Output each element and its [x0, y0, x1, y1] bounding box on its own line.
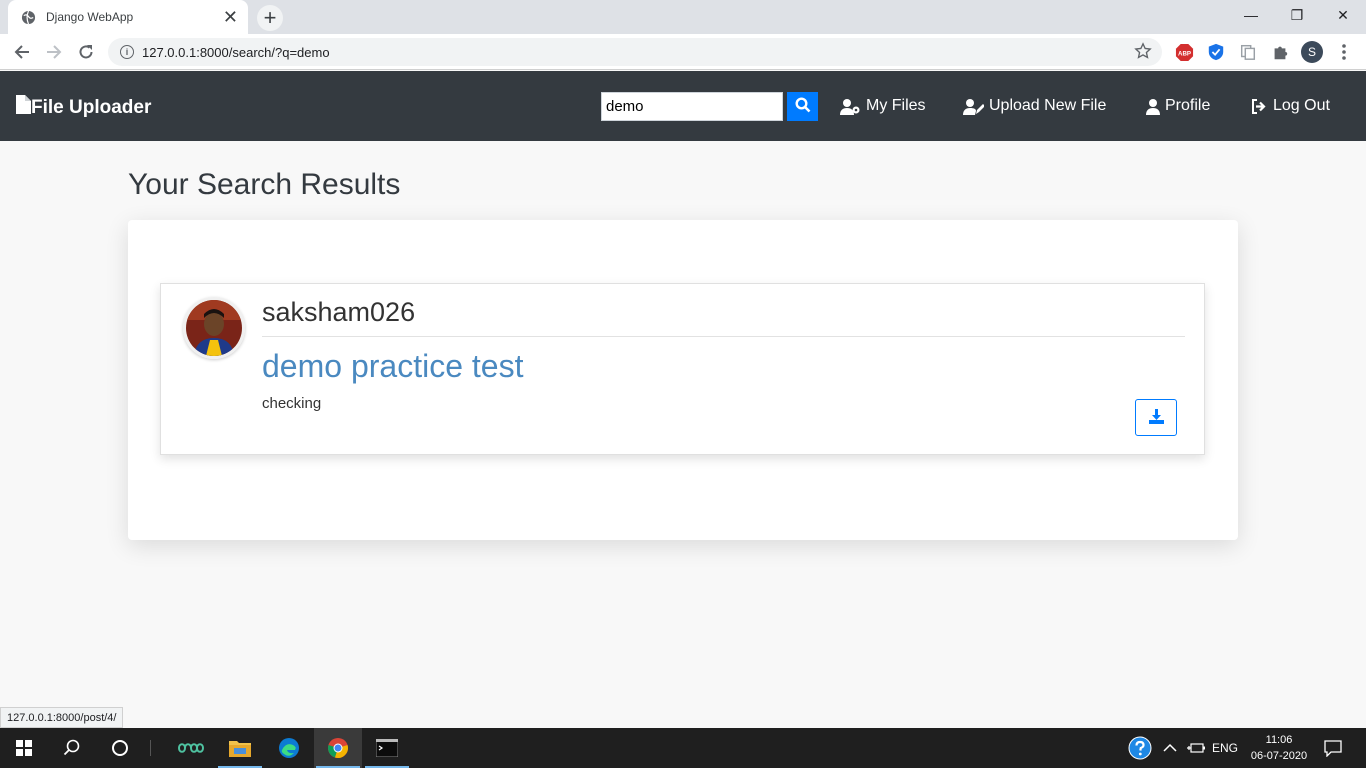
tab-close-icon[interactable]: ✕: [223, 8, 238, 26]
language-indicator[interactable]: ENG: [1212, 728, 1238, 768]
tab-title: Django WebApp: [46, 10, 134, 24]
new-tab-button[interactable]: +: [257, 5, 283, 31]
svg-text:ABP: ABP: [1178, 50, 1191, 57]
nav-my-files-label: My Files: [866, 97, 926, 114]
results-card: saksham026 demo practice test checking: [128, 220, 1238, 540]
app-navbar: File Uploader My Files Upload New File P…: [0, 71, 1366, 141]
user-icon: [1146, 98, 1160, 115]
chrome-icon[interactable]: [314, 728, 362, 768]
battery-plug-icon[interactable]: [1187, 728, 1205, 768]
taskbar: ENG 11:06 06-07-2020: [0, 728, 1366, 768]
browser-tabstrip: Django WebApp ✕ + — ❐ ✕: [0, 0, 1366, 34]
browser-toolbar: i 127.0.0.1:8000/search/?q=demo ABP S: [0, 34, 1366, 70]
nav-upload-label: Upload New File: [989, 97, 1107, 114]
nav-upload[interactable]: Upload New File: [963, 97, 1106, 115]
window-close-button[interactable]: ✕: [1320, 0, 1366, 30]
back-icon[interactable]: [10, 40, 34, 64]
download-button[interactable]: [1135, 399, 1177, 436]
post-description: checking: [262, 395, 322, 412]
adblock-icon[interactable]: ABP: [1174, 42, 1194, 62]
clock[interactable]: 11:06 06-07-2020: [1246, 732, 1312, 764]
search-input[interactable]: [601, 92, 783, 121]
download-icon: [1148, 408, 1165, 428]
info-icon[interactable]: i: [120, 45, 134, 59]
puzzle-extensions-icon[interactable]: [1270, 42, 1290, 62]
forward-icon[interactable]: [42, 40, 66, 64]
search-taskbar-icon[interactable]: [48, 728, 96, 768]
search-icon: [794, 97, 811, 116]
terminal-icon[interactable]: [363, 728, 411, 768]
nav-profile-label: Profile: [1165, 97, 1211, 114]
nav-logout[interactable]: Log Out: [1251, 97, 1330, 115]
address-bar[interactable]: i 127.0.0.1:8000/search/?q=demo: [108, 38, 1162, 66]
file-icon: [16, 95, 31, 120]
brand-text: File Uploader: [31, 96, 152, 118]
chevron-up-icon[interactable]: [1163, 728, 1177, 768]
url-text: 127.0.0.1:8000/search/?q=demo: [142, 44, 330, 60]
brand-link[interactable]: File Uploader: [16, 95, 151, 120]
cortana-icon[interactable]: [96, 728, 144, 768]
minimize-button[interactable]: —: [1228, 0, 1274, 30]
reload-icon[interactable]: [74, 40, 98, 64]
result-item: saksham026 demo practice test checking: [160, 283, 1205, 455]
post-author[interactable]: saksham026: [262, 297, 415, 328]
bookmark-star-icon[interactable]: [1134, 42, 1152, 63]
search-button[interactable]: [787, 92, 818, 121]
browser-tab[interactable]: Django WebApp ✕: [8, 0, 248, 34]
menu-kebab-icon[interactable]: [1334, 42, 1354, 62]
nav-my-files[interactable]: My Files: [840, 97, 926, 115]
clock-time: 11:06: [1265, 734, 1293, 746]
clock-date: 06-07-2020: [1250, 750, 1308, 762]
shield-icon[interactable]: [1206, 42, 1226, 62]
windows-start-icon[interactable]: [0, 728, 48, 768]
page-title: Your Search Results: [128, 168, 401, 201]
post-title-link[interactable]: demo practice test: [262, 348, 523, 385]
user-cog-icon: [840, 98, 860, 115]
status-url: 127.0.0.1:8000/post/4/: [0, 707, 124, 728]
avatar[interactable]: [183, 297, 245, 359]
nav-profile[interactable]: Profile: [1146, 97, 1210, 115]
infinity-app-icon[interactable]: [167, 728, 215, 768]
copy-extension-icon[interactable]: [1238, 42, 1258, 62]
profile-avatar[interactable]: S: [1301, 41, 1323, 63]
sign-out-icon: [1252, 98, 1266, 114]
nav-logout-label: Log Out: [1273, 97, 1330, 114]
globe-icon: [20, 9, 36, 25]
file-explorer-icon[interactable]: [216, 728, 264, 768]
help-icon[interactable]: [1128, 728, 1152, 768]
divider: [262, 336, 1185, 337]
restore-button[interactable]: ❐: [1274, 0, 1320, 30]
edge-icon[interactable]: [265, 728, 313, 768]
notification-icon[interactable]: [1324, 728, 1342, 768]
taskbar-separator: [150, 740, 151, 756]
user-edit-icon: [963, 98, 984, 115]
